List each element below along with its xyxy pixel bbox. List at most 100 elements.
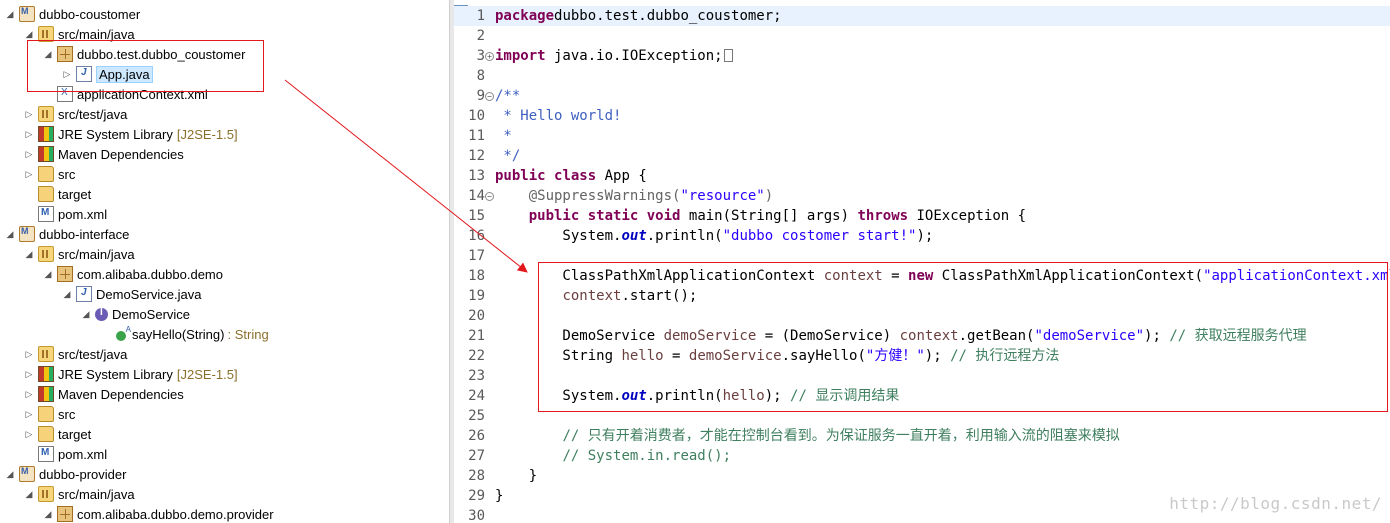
watermark: http://blog.csdn.net/ — [1169, 494, 1382, 513]
expanded-arrow-icon[interactable]: ◢ — [23, 488, 35, 500]
expanded-arrow-icon[interactable]: ◢ — [4, 228, 16, 240]
expanded-arrow-icon[interactable]: ◢ — [61, 288, 73, 300]
line-number: 8 — [476, 68, 485, 84]
tree-item[interactable]: ▷ Maven Dependencies — [23, 144, 184, 164]
tree-item[interactable]: ◢ DemoService — [80, 304, 191, 324]
collapsed-arrow-icon[interactable]: ▷ — [23, 128, 35, 140]
tree-item[interactable]: ▷ JRE System Library [J2SE-1.5] — [23, 364, 238, 384]
code-line[interactable]: 27 // System.in.read(); — [454, 446, 1390, 466]
tree-item[interactable]: ◢ com.alibaba.dubbo.demo.provider — [42, 504, 274, 523]
folder-icon — [38, 426, 54, 442]
tree-item-label: dubbo-provider — [39, 466, 127, 482]
collapsed-arrow-icon[interactable]: ▷ — [23, 368, 35, 380]
tree-item[interactable]: ▷ JRE System Library [J2SE-1.5] — [23, 124, 238, 144]
library-icon — [38, 366, 54, 382]
expanded-arrow-icon[interactable]: ◢ — [80, 308, 92, 320]
tree-item-label: JRE System Library — [58, 366, 173, 382]
code-line[interactable]: 8 — [454, 66, 1390, 86]
line-number: 25 — [468, 408, 485, 424]
code-line[interactable]: 12 */ — [454, 146, 1390, 166]
tree-item[interactable]: ▷ src/test/java — [23, 104, 127, 124]
expanded-arrow-icon[interactable]: ◢ — [4, 8, 16, 20]
code-token: static — [587, 208, 639, 224]
tree-item[interactable]: pom.xml — [23, 444, 107, 464]
code-line[interactable]: 14− @SuppressWarnings("resource") — [454, 186, 1390, 206]
collapsed-arrow-icon[interactable]: ▷ — [23, 348, 35, 360]
tree-item[interactable]: ◢ dubbo-coustomer — [4, 4, 140, 24]
maven-project-icon — [19, 466, 35, 482]
source-folder-icon — [38, 486, 54, 502]
maven-project-icon — [19, 226, 35, 242]
code-token: .println( — [646, 228, 723, 244]
code-token: main(String[] args) — [680, 208, 858, 224]
code-line[interactable]: 1 packagedubbo.test.dubbo_coustomer; — [454, 6, 1390, 26]
line-number: 13 — [468, 168, 485, 184]
fold-collapse-icon[interactable]: − — [485, 92, 494, 101]
line-number: 9 — [476, 88, 485, 104]
collapsed-arrow-icon[interactable]: ▷ — [23, 108, 35, 120]
code-line[interactable]: 15 public static void main(String[] args… — [454, 206, 1390, 226]
tree-item[interactable]: pom.xml — [23, 204, 107, 224]
code-token: import — [495, 48, 546, 64]
tree-item[interactable]: ▷ src — [23, 164, 75, 184]
code-text: * Hello world! — [495, 106, 621, 126]
expanded-arrow-icon[interactable]: ◢ — [42, 508, 54, 520]
code-line[interactable]: 3 + import java.io.IOException; — [454, 46, 1390, 66]
code-line[interactable]: 13 public class App { — [454, 166, 1390, 186]
package-icon — [57, 506, 73, 522]
tree-item-label: target — [58, 426, 92, 442]
collapsed-arrow-icon[interactable]: ▷ — [23, 168, 35, 180]
expanded-arrow-icon[interactable]: ◢ — [23, 28, 35, 40]
tree-item[interactable]: sayHello(String): String — [99, 324, 269, 344]
tree-item-label: dubbo-coustomer — [39, 6, 141, 22]
code-line[interactable]: 9−/** — [454, 86, 1390, 106]
line-number: 28 — [468, 468, 485, 484]
tree-item-label: target — [58, 186, 92, 202]
expanded-arrow-icon[interactable]: ◢ — [42, 268, 54, 280]
collapsed-arrow-icon[interactable]: ▷ — [23, 148, 35, 160]
code-token: // System.in.read(); — [562, 448, 732, 464]
tree-item-label: Maven Dependencies — [58, 386, 184, 402]
expanded-arrow-icon[interactable]: ◢ — [23, 248, 35, 260]
code-line[interactable]: 2 — [454, 26, 1390, 46]
code-token: public — [528, 208, 580, 224]
code-text: System.out.println("dubbo costomer start… — [495, 226, 933, 246]
fold-expand-icon[interactable]: + — [485, 52, 494, 61]
code-token: void — [646, 208, 681, 224]
code-line[interactable]: 16 System.out.println("dubbo costomer st… — [454, 226, 1390, 246]
code-token: ); — [916, 228, 934, 244]
code-line[interactable]: 26 // 只有开着消费者，才能在控制台看到。为保证服务一直开着，利用输入流的阻… — [454, 426, 1390, 446]
code-line[interactable]: 10 * Hello world! — [454, 106, 1390, 126]
code-text: */ — [495, 146, 520, 166]
code-text: import java.io.IOException; — [495, 46, 733, 66]
tree-item-return-type: : String — [227, 326, 269, 342]
collapsed-arrow-icon[interactable]: ▷ — [23, 388, 35, 400]
tree-item[interactable]: ▷ Maven Dependencies — [23, 384, 184, 404]
tree-item[interactable]: target — [23, 184, 91, 204]
collapsed-arrow-icon[interactable]: ▷ — [23, 428, 35, 440]
tree-item[interactable]: ◢ dubbo-interface — [4, 224, 129, 244]
line-number: 23 — [468, 368, 485, 384]
tree-item[interactable]: ◢ src/main/java — [23, 484, 135, 504]
tree-item[interactable]: ▷ target — [23, 424, 91, 444]
folded-import-icon[interactable] — [723, 49, 733, 62]
tree-item[interactable]: ◢ src/main/java — [23, 244, 135, 264]
tree-item[interactable]: ▷ src/test/java — [23, 344, 127, 364]
tree-item[interactable]: ◢ dubbo-provider — [4, 464, 126, 484]
code-line[interactable]: 11 * — [454, 126, 1390, 146]
tree-item-label: DemoService — [112, 306, 191, 322]
fold-collapse-icon[interactable]: − — [485, 192, 494, 201]
code-token: dubbo.test.dubbo_coustomer; — [554, 8, 782, 24]
tree-item-label: dubbo-interface — [39, 226, 130, 242]
collapsed-arrow-icon[interactable]: ▷ — [23, 408, 35, 420]
tree-item[interactable]: ▷ src — [23, 404, 75, 424]
code-line[interactable]: 28 } — [454, 466, 1390, 486]
tree-item[interactable]: ◢ DemoService.java — [61, 284, 202, 304]
tree-item[interactable]: ◢ com.alibaba.dubbo.demo — [42, 264, 223, 284]
expanded-arrow-icon[interactable]: ◢ — [4, 468, 16, 480]
